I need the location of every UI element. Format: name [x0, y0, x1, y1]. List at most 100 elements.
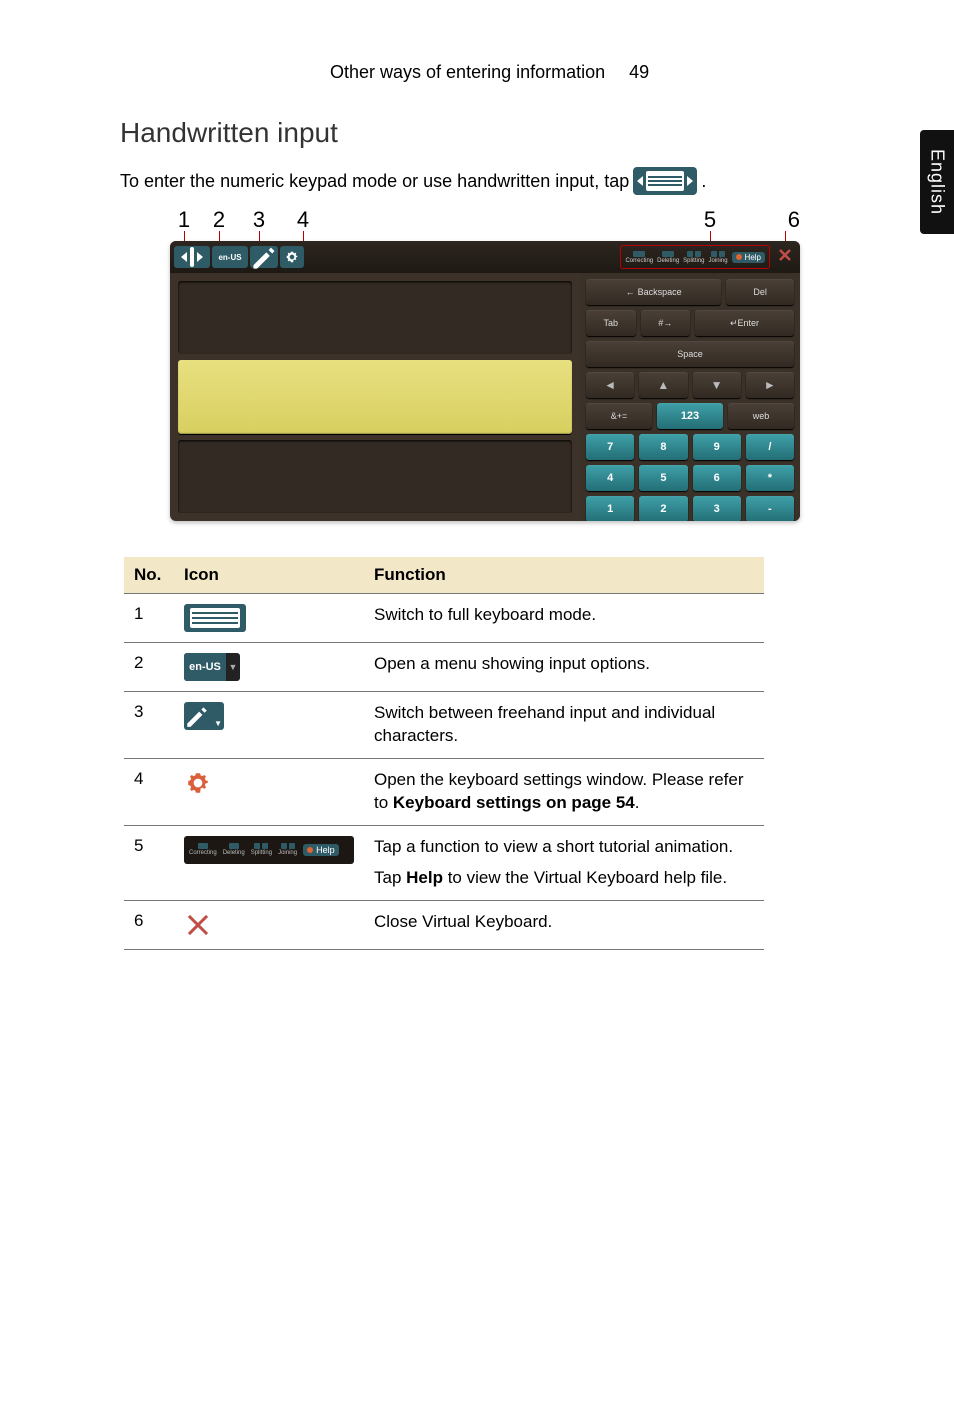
triangle-right-icon: [687, 176, 693, 186]
table-row: 3 ▼ Switch between freehand input and in…: [124, 692, 764, 759]
key-5[interactable]: 5: [639, 465, 687, 491]
help-pill-icon: Help: [303, 844, 339, 856]
key-arrow-up[interactable]: ▲: [639, 372, 687, 398]
header-title: Other ways of entering information: [330, 62, 605, 83]
input-language-label: en-US: [184, 653, 226, 681]
pen-icon: [250, 243, 278, 271]
key-9[interactable]: 9: [693, 434, 741, 460]
icon-function-table: No. Icon Function 1 Switch to full keybo…: [124, 557, 764, 950]
vk-input-language-label: en-US: [218, 253, 241, 262]
key-3[interactable]: 3: [693, 496, 741, 521]
keyboard-icon: [646, 171, 684, 191]
page-header: Other ways of entering information 49: [0, 0, 954, 83]
key-6[interactable]: 6: [693, 465, 741, 491]
table-row: 1 Switch to full keyboard mode.: [124, 594, 764, 643]
row-number: 5: [124, 825, 174, 900]
callout-5: 5: [650, 207, 770, 231]
language-side-tab: English: [920, 130, 954, 234]
vk-close-button[interactable]: [774, 248, 796, 267]
vk-help-button[interactable]: Help: [732, 252, 765, 263]
table-row: 4 Open the keyboard settings window. Ple…: [124, 758, 764, 825]
intro-text: To enter the numeric keypad mode or use …: [120, 171, 629, 192]
vk-handwriting-toggle-button[interactable]: [250, 246, 278, 268]
vk-numeric-keypad: ←Backspace Del Tab #→ ↵ Enter Space ◄ ▲ …: [580, 273, 800, 521]
close-icon: [778, 248, 792, 262]
vk-input-language-button[interactable]: en-US: [212, 246, 248, 268]
close-icon: [184, 911, 212, 939]
intro-line: To enter the numeric keypad mode or use …: [120, 167, 954, 195]
settings-icon: [184, 769, 212, 797]
gear-icon: [185, 770, 211, 796]
table-row: 2 en-US ▼ Open a menu showing input opti…: [124, 643, 764, 692]
pen-icon: [184, 703, 210, 729]
key-backspace[interactable]: ←Backspace: [586, 279, 721, 305]
vk-handwriting-area[interactable]: [170, 273, 580, 521]
section-heading: Handwritten input: [120, 117, 954, 149]
callout-number-row: 1 2 3 4 5 6: [170, 207, 800, 231]
key-minus[interactable]: -: [746, 496, 794, 521]
key-web[interactable]: web: [728, 403, 794, 429]
vk-handwriting-line-active[interactable]: [178, 360, 572, 433]
virtual-keyboard-screenshot: en-US Correcting Deleting Splitting Join…: [170, 241, 800, 521]
callout-1: 1: [170, 207, 198, 231]
gear-icon: [285, 250, 299, 264]
table-row: 5 Correcting Deleting Splitting Joining …: [124, 825, 764, 900]
callout-3: 3: [240, 207, 278, 231]
chevron-down-icon: ▼: [226, 662, 240, 672]
key-arrow-left[interactable]: ◄: [586, 372, 634, 398]
vk-handwriting-line[interactable]: [178, 281, 572, 354]
vk-toolbar: en-US Correcting Deleting Splitting Join…: [170, 241, 800, 273]
key-4[interactable]: 4: [586, 465, 634, 491]
key-delete[interactable]: Del: [726, 279, 794, 305]
vk-tutorial-deleting[interactable]: Deleting: [657, 251, 679, 264]
triangle-left-icon: [637, 176, 643, 186]
keyboard-mode-icon: [184, 604, 246, 632]
table-row: 6 Close Virtual Keyboard.: [124, 900, 764, 949]
key-arrow-down[interactable]: ▼: [693, 372, 741, 398]
key-enter[interactable]: ↵ Enter: [695, 310, 794, 336]
key-num-toggle[interactable]: #→: [641, 310, 691, 336]
key-symbols[interactable]: &+=: [586, 403, 652, 429]
tutorial-group-icon: Correcting Deleting Splitting Joining He…: [184, 836, 354, 864]
key-space[interactable]: Space: [586, 341, 794, 367]
key-1[interactable]: 1: [586, 496, 634, 521]
row-function: Switch to full keyboard mode.: [374, 604, 754, 627]
vk-tutorial-joining[interactable]: Joining: [709, 251, 728, 264]
vk-tutorial-group: Correcting Deleting Splitting Joining He…: [620, 245, 770, 269]
col-function: Function: [364, 557, 764, 594]
row-function: Tap a function to view a short tutorial …: [374, 836, 754, 859]
vk-tutorial-correcting[interactable]: Correcting: [625, 251, 653, 264]
row-function: Switch between freehand input and indivi…: [374, 702, 754, 748]
key-123[interactable]: 123: [657, 403, 723, 429]
language-side-tab-label: English: [927, 149, 948, 215]
row-number: 6: [124, 900, 174, 949]
callout-6: 6: [770, 207, 800, 231]
row-function: Close Virtual Keyboard.: [374, 911, 754, 934]
col-no: No.: [124, 557, 174, 594]
keyboard-mode-switch-icon[interactable]: [633, 167, 697, 195]
row-function: Open the keyboard settings window. Pleas…: [374, 769, 754, 815]
key-8[interactable]: 8: [639, 434, 687, 460]
key-tab[interactable]: Tab: [586, 310, 636, 336]
key-multiply[interactable]: *: [746, 465, 794, 491]
header-page-number: 49: [629, 62, 649, 83]
vk-tutorial-splitting[interactable]: Splitting: [683, 251, 704, 264]
key-arrow-right[interactable]: ►: [746, 372, 794, 398]
key-7[interactable]: 7: [586, 434, 634, 460]
callout-ticks: [170, 231, 800, 241]
key-divide[interactable]: /: [746, 434, 794, 460]
handwriting-toggle-icon: ▼: [184, 702, 224, 730]
row-number: 3: [124, 692, 174, 759]
row-number: 4: [124, 758, 174, 825]
chevron-down-icon: ▼: [214, 719, 222, 728]
vk-handwriting-line[interactable]: [178, 440, 572, 513]
vk-mode-toggle-button[interactable]: [174, 246, 210, 268]
callout-4: 4: [278, 207, 328, 231]
table-header-row: No. Icon Function: [124, 557, 764, 594]
col-icon: Icon: [174, 557, 364, 594]
vk-settings-button[interactable]: [280, 246, 304, 268]
row-number: 2: [124, 643, 174, 692]
input-language-icon: en-US ▼: [184, 653, 240, 681]
row-function: Open a menu showing input options.: [374, 653, 754, 676]
key-2[interactable]: 2: [639, 496, 687, 521]
